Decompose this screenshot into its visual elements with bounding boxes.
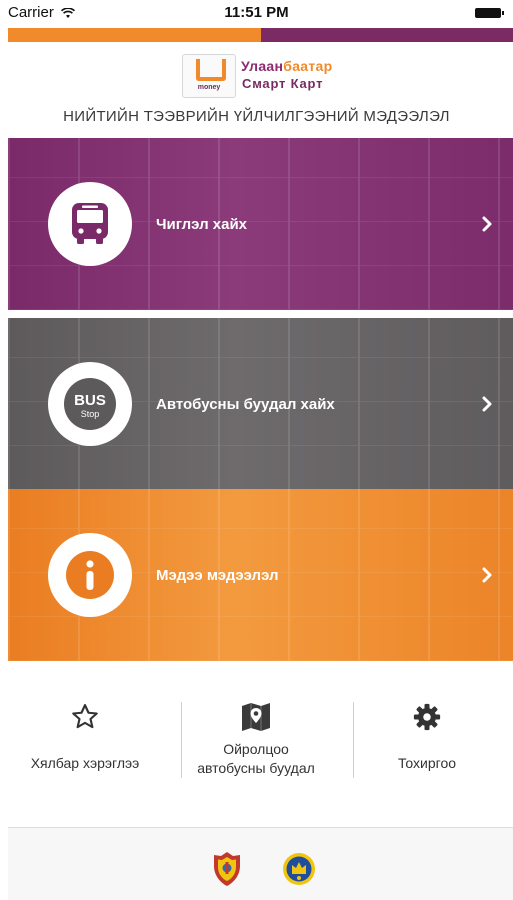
brand-tagline: Смарт Карт xyxy=(242,76,324,91)
clock: 11:51 PM xyxy=(224,4,289,21)
battery-icon xyxy=(475,8,504,18)
nearby-label-line1: Ойролцоо xyxy=(223,741,289,757)
star-icon xyxy=(72,704,98,729)
bus-stop-badge-bottom: Stop xyxy=(81,409,100,419)
settings-label: Тохиргоо xyxy=(397,755,457,771)
page-title: НИЙТИЙН ТЭЭВРИЙН ҮЙЛЧИЛГЭЭНИЙ МЭДЭЭЛЭЛ xyxy=(63,108,450,125)
progress-fill xyxy=(8,28,261,42)
settings-button[interactable]: Тохиргоо xyxy=(342,702,512,773)
route-icon-circle xyxy=(48,182,132,266)
bus-stop-badge-top: BUS xyxy=(74,392,106,409)
status-bar: Carrier 11:51 PM xyxy=(0,0,513,24)
chevron-right-icon xyxy=(482,396,492,412)
favorites-label: Хялбар хэрэглээ xyxy=(30,755,140,771)
bus-stop-icon-circle: BUS Stop xyxy=(48,362,132,446)
progress-strip xyxy=(8,28,513,42)
bottom-nav: Хялбар хэрэглээ Ойролцоо автобусны бууда… xyxy=(0,690,513,810)
gear-icon xyxy=(413,703,441,731)
news-info-button[interactable]: Мэдээ мэдээлэл xyxy=(8,489,513,661)
brand-name-part2: баатар xyxy=(283,58,333,74)
bus-stop-icon: BUS Stop xyxy=(64,378,116,430)
news-info-label: Мэдээ мэдээлэл xyxy=(156,567,279,584)
bus-stop-search-label: Автобусны буудал хайх xyxy=(156,396,335,413)
map-pin-icon xyxy=(242,703,270,731)
chevron-right-icon xyxy=(482,216,492,232)
umoney-logo: money xyxy=(182,54,236,98)
route-search-label: Чиглэл хайх xyxy=(156,216,248,233)
footer xyxy=(8,828,513,900)
info-icon-circle xyxy=(48,533,132,617)
city-emblem-icon xyxy=(283,853,315,885)
bus-icon xyxy=(72,203,108,244)
bus-stop-search-button[interactable]: BUS Stop Автобусны буудал хайх xyxy=(8,318,513,490)
nearby-bus-stop-button[interactable]: Ойролцоо автобусны буудал xyxy=(171,702,341,778)
coat-of-arms-icon xyxy=(214,852,240,886)
logo-u-mark xyxy=(196,59,226,81)
brand-name: Улаанбаатар xyxy=(241,58,332,74)
logo-word: money xyxy=(197,84,221,91)
info-icon xyxy=(66,551,114,599)
favorites-button[interactable]: Хялбар хэрэглээ xyxy=(0,702,170,773)
brand-header: money Улаанбаатар Смарт Карт xyxy=(0,52,513,102)
brand-name-part1: Улаан xyxy=(241,58,284,74)
route-search-button[interactable]: Чиглэл хайх xyxy=(8,138,513,310)
chevron-right-icon xyxy=(482,567,492,583)
nearby-label-line2: автобусны буудал xyxy=(197,760,315,776)
